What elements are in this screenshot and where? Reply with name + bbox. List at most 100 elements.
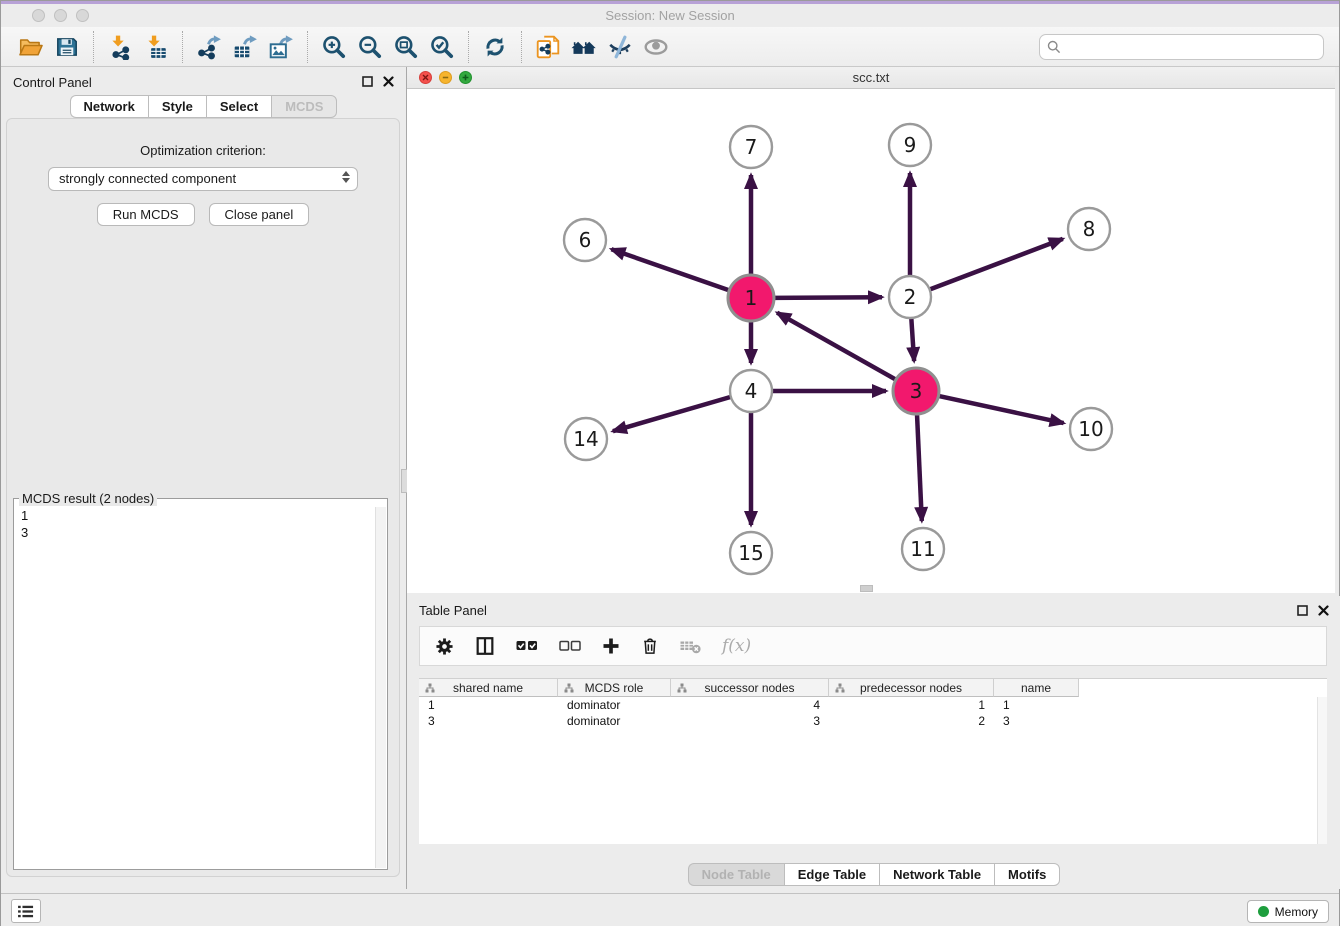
mcds-result-list[interactable]: 13 bbox=[14, 506, 374, 869]
graph-node-6[interactable]: 6 bbox=[564, 219, 606, 261]
show-graphics-details-button[interactable] bbox=[638, 30, 674, 64]
close-panel-button[interactable]: Close panel bbox=[209, 203, 310, 226]
zoom-in-button[interactable] bbox=[316, 30, 352, 64]
export-image-icon bbox=[268, 34, 294, 60]
unselect-all-columns-button[interactable] bbox=[558, 636, 582, 656]
float-panel-icon[interactable] bbox=[1297, 605, 1308, 616]
graph-edge-2-8[interactable] bbox=[930, 239, 1063, 290]
open-session-button[interactable] bbox=[13, 30, 49, 64]
create-column-button[interactable] bbox=[601, 636, 621, 656]
column-header-label: MCDS role bbox=[585, 681, 644, 695]
toolbar-separator bbox=[182, 31, 183, 63]
table-toolbar: f(x) bbox=[419, 626, 1327, 666]
column-header-successor-nodes[interactable]: successor nodes bbox=[671, 679, 829, 697]
houses-icon bbox=[570, 34, 598, 60]
tab-motifs[interactable]: Motifs bbox=[994, 863, 1060, 886]
close-panel-icon[interactable] bbox=[383, 76, 394, 87]
column-header-predecessor-nodes[interactable]: predecessor nodes bbox=[829, 679, 994, 697]
table-row[interactable]: 1dominator411 bbox=[419, 697, 1327, 713]
graph-node-9[interactable]: 9 bbox=[889, 124, 931, 166]
export-network-button[interactable] bbox=[191, 30, 227, 64]
toolbar-separator bbox=[468, 31, 469, 63]
optimization-criterion-label: Optimization criterion: bbox=[7, 143, 399, 158]
column-header-shared-name[interactable]: shared name bbox=[419, 679, 558, 697]
graph-node-7[interactable]: 7 bbox=[730, 126, 772, 168]
graph-edge-3-1[interactable] bbox=[777, 313, 896, 380]
graph-edge-3-11[interactable] bbox=[917, 414, 922, 521]
tab-style[interactable]: Style bbox=[148, 95, 206, 118]
refresh-view-button[interactable] bbox=[477, 30, 513, 64]
column-type-icon bbox=[425, 683, 435, 693]
show-column-button[interactable] bbox=[474, 635, 496, 657]
unchecked-boxes-icon bbox=[558, 636, 582, 656]
task-history-button[interactable] bbox=[11, 899, 41, 923]
result-scrollbar[interactable] bbox=[375, 507, 386, 868]
trash-icon bbox=[640, 635, 660, 657]
network-canvas[interactable]: 7 9 6 8 1 2 4 3 14 10 15 11 bbox=[407, 89, 1335, 593]
mcds-panel: Optimization criterion: strongly connect… bbox=[6, 118, 400, 877]
control-panel-title: Control Panel bbox=[13, 75, 92, 90]
graph-edge-3-10[interactable] bbox=[939, 396, 1064, 423]
export-image-button[interactable] bbox=[263, 30, 299, 64]
memory-button[interactable]: Memory bbox=[1247, 900, 1329, 923]
table-panel-tabs: Node TableEdge TableNetwork TableMotifs bbox=[688, 863, 1061, 886]
tab-edge-table[interactable]: Edge Table bbox=[784, 863, 879, 886]
ndex-network-button[interactable] bbox=[530, 30, 566, 64]
graph-node-8[interactable]: 8 bbox=[1068, 208, 1110, 250]
export-table-button[interactable] bbox=[227, 30, 263, 64]
delete-table-icon bbox=[679, 636, 703, 656]
export-table-icon bbox=[232, 34, 258, 60]
zoom-out-button[interactable] bbox=[352, 30, 388, 64]
run-mcds-button[interactable]: Run MCDS bbox=[97, 203, 195, 226]
horizontal-splitter-handle[interactable] bbox=[860, 585, 873, 592]
ndex-home-button[interactable] bbox=[566, 30, 602, 64]
save-session-button[interactable] bbox=[49, 30, 85, 64]
table-row[interactable]: 3dominator323 bbox=[419, 713, 1327, 729]
graph-node-10[interactable]: 10 bbox=[1070, 408, 1112, 450]
graph-node-3[interactable]: 3 bbox=[893, 368, 939, 414]
select-all-columns-button[interactable] bbox=[515, 636, 539, 656]
delete-table-button[interactable] bbox=[679, 636, 703, 656]
tab-mcds[interactable]: MCDS bbox=[271, 95, 337, 118]
toolbar-separator bbox=[521, 31, 522, 63]
table-panel-title: Table Panel bbox=[419, 603, 487, 618]
column-header-MCDS-role[interactable]: MCDS role bbox=[558, 679, 671, 697]
delete-column-button[interactable] bbox=[640, 635, 660, 657]
hide-graphics-details-button[interactable] bbox=[602, 30, 638, 64]
graph-edge-1-6[interactable] bbox=[611, 249, 729, 290]
graph-edge-4-14[interactable] bbox=[613, 397, 731, 431]
table-header-row: shared name MCDS role successor nodesprede… bbox=[419, 679, 1327, 697]
graph-node-14[interactable]: 14 bbox=[565, 418, 607, 460]
graph-node-11[interactable]: 11 bbox=[902, 528, 944, 570]
graph-edge-1-2[interactable] bbox=[774, 297, 882, 298]
zoom-selected-icon bbox=[429, 34, 455, 60]
network-window-titlebar[interactable]: scc.txt bbox=[407, 67, 1335, 89]
table-scrollbar[interactable] bbox=[1317, 697, 1327, 844]
tab-network[interactable]: Network bbox=[70, 95, 148, 118]
tab-node-table[interactable]: Node Table bbox=[688, 863, 784, 886]
svg-text:9: 9 bbox=[904, 133, 917, 157]
list-icon bbox=[17, 904, 35, 919]
graph-node-4[interactable]: 4 bbox=[730, 370, 772, 412]
column-header-name[interactable]: name bbox=[994, 679, 1079, 697]
optimization-criterion-select[interactable]: strongly connected component bbox=[48, 167, 358, 191]
svg-text:2: 2 bbox=[904, 285, 917, 309]
table-settings-button[interactable] bbox=[434, 636, 455, 657]
graph-node-2[interactable]: 2 bbox=[889, 276, 931, 318]
zoom-fit-icon bbox=[393, 34, 419, 60]
tab-select[interactable]: Select bbox=[206, 95, 271, 118]
graph-node-15[interactable]: 15 bbox=[730, 532, 772, 574]
zoom-fit-button[interactable] bbox=[388, 30, 424, 64]
fx-icon: f(x) bbox=[722, 636, 751, 656]
tab-network-table[interactable]: Network Table bbox=[879, 863, 994, 886]
search-input[interactable] bbox=[1039, 34, 1324, 60]
graph-edge-2-3[interactable] bbox=[911, 318, 914, 361]
graph-node-1[interactable]: 1 bbox=[728, 275, 774, 321]
import-network-button[interactable] bbox=[102, 30, 138, 64]
function-builder-button[interactable]: f(x) bbox=[722, 636, 751, 656]
close-panel-icon[interactable] bbox=[1318, 605, 1329, 616]
table-cell: 1 bbox=[994, 698, 1079, 712]
float-panel-icon[interactable] bbox=[362, 76, 373, 87]
zoom-selected-button[interactable] bbox=[424, 30, 460, 64]
import-table-button[interactable] bbox=[138, 30, 174, 64]
